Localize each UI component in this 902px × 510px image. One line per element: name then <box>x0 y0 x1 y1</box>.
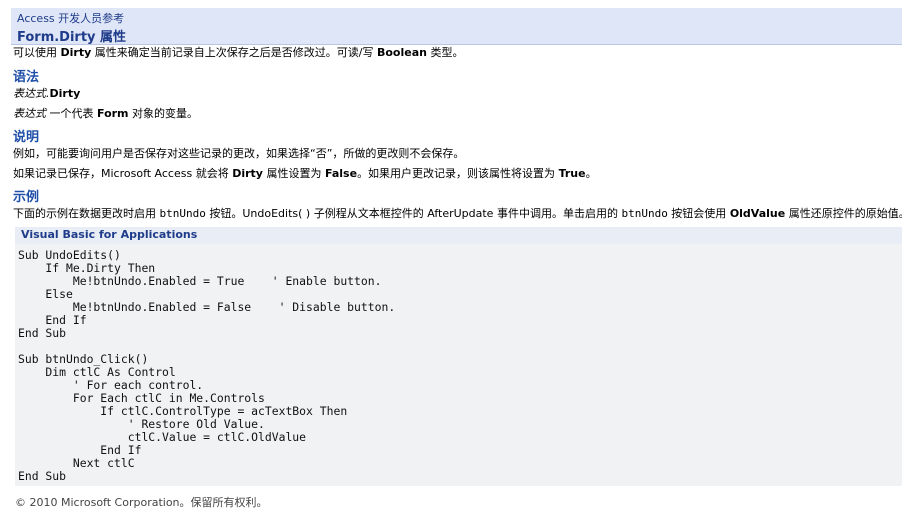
remarks-line-1: 例如，可能要询问用户是否保存对这些记录的更改，如果选择“否”，所做的更改则不会保… <box>13 147 465 160</box>
example-description: 下面的示例在数据更改时启用 btnUndo 按钮。UndoEdits( ) 子例… <box>13 207 902 220</box>
remarks-heading: 说明 <box>13 130 40 145</box>
product-name: Access 开发人员参考 <box>17 12 125 25</box>
syntax-expression: 表达式.Dirty <box>13 87 81 100</box>
code-language-label: Visual Basic for Applications <box>21 228 198 241</box>
code-listing: Sub UndoEdits() If Me.Dirty Then Me!btnU… <box>18 248 396 483</box>
example-heading: 示例 <box>13 190 40 205</box>
code-block[interactable]: Sub UndoEdits() If Me.Dirty Then Me!btnU… <box>15 244 902 486</box>
copyright-footer[interactable]: © 2010 Microsoft Corporation。保留所有权利。 <box>15 494 268 510</box>
syntax-parameter: 表达式 一个代表 Form 对象的变量。 <box>13 107 199 120</box>
code-block-header: Visual Basic for Applications <box>15 227 902 244</box>
intro-text: 可以使用 Dirty 属性来确定当前记录自上次保存之后是否修改过。可读/写 Bo… <box>13 46 464 59</box>
page-title: Form.Dirty 属性 <box>17 30 127 45</box>
remarks-line-2: 如果记录已保存，Microsoft Access 就会将 Dirty 属性设置为… <box>13 167 597 180</box>
page-header: Access 开发人员参考 Form.Dirty 属性 <box>11 8 902 45</box>
syntax-heading: 语法 <box>13 70 40 85</box>
